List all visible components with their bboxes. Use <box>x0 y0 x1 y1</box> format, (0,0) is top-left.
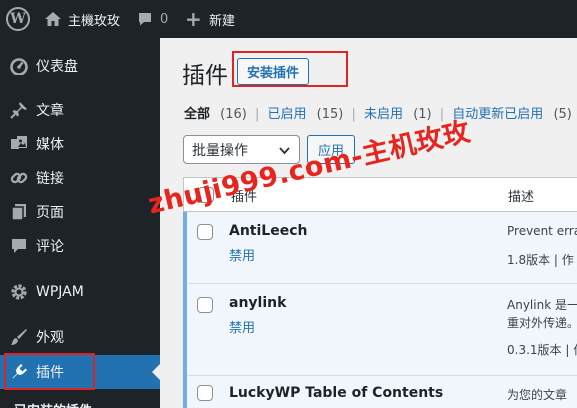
filter-all[interactable]: 全部 <box>184 103 210 122</box>
page-icon <box>10 203 28 221</box>
page-title: 插件 <box>182 63 228 89</box>
table-header: 插件 描述 <box>184 178 577 212</box>
filter-active[interactable]: 已启用 <box>268 103 307 122</box>
sidebar-item-dashboard[interactable]: 仪表盘 <box>0 49 160 83</box>
sidebar-item-label: 链接 <box>36 171 64 187</box>
deactivate-link[interactable]: 禁用 <box>229 317 255 336</box>
filter-separator: | <box>439 107 445 122</box>
filter-separator: | <box>351 107 356 122</box>
sidebar-item-wpjam[interactable]: WPJAM <box>0 275 160 309</box>
sidebar-item-appearance[interactable]: 外观 <box>0 320 160 354</box>
site-name-link[interactable]: 主機玫玫 <box>68 0 120 38</box>
apply-button[interactable]: 应用 <box>307 135 355 164</box>
bulk-action-select[interactable]: 批量操作 <box>183 135 300 164</box>
plugin-description-line2: 重对外传递。 <box>507 316 577 330</box>
sidebar-item-label: 仪表盘 <box>36 59 78 75</box>
plugin-name: anylink <box>229 295 287 311</box>
plugin-description: 为您的文章 <box>507 388 568 402</box>
sidebar-item-label: 外观 <box>36 330 64 346</box>
bulk-action-value: 批量操作 <box>192 142 248 159</box>
sidebar-item-label: 媒体 <box>36 137 64 153</box>
sidebar-item-label: WPJAM <box>36 284 84 300</box>
plugin-name: LuckyWP Table of Contents <box>229 385 444 401</box>
sidebar-item-comments[interactable]: 评论 <box>0 229 160 263</box>
row-checkbox[interactable] <box>197 224 213 240</box>
plus-icon[interactable]: + <box>185 0 202 38</box>
column-header-plugin: 插件 <box>231 190 258 205</box>
brush-icon <box>10 328 28 346</box>
home-icon[interactable] <box>44 0 62 38</box>
chevron-down-icon <box>279 144 290 155</box>
row-checkbox[interactable] <box>197 385 213 401</box>
link-icon <box>10 169 28 187</box>
comment-count[interactable]: 0 <box>160 0 168 38</box>
gear-icon <box>10 283 28 301</box>
filter-auto-update-count: (5) <box>553 107 572 122</box>
sidebar-item-label: 文章 <box>36 103 64 119</box>
plugin-meta: 1.8版本 | 作 <box>507 253 574 267</box>
comment-icon <box>10 237 28 255</box>
filter-separator: | <box>254 107 260 122</box>
sidebar-item-media[interactable]: 媒体 <box>0 127 160 161</box>
column-header-description: 描述 <box>508 190 535 205</box>
main-content: 插件 安装插件 全部 (16) | 已启用 (15) | 未启用 (1) | 自… <box>160 38 577 408</box>
admin-sidebar: 仪表盘 文章 媒体 链接 页面 评论 WPJAM 外观 插件 <box>0 38 160 408</box>
filter-active-count: (15) <box>316 107 344 122</box>
sidebar-item-plugins[interactable]: 插件 <box>0 355 160 389</box>
plugin-name: AntiLeech <box>229 223 308 239</box>
filter-all-count: (16) <box>220 107 247 122</box>
plugin-status-filters: 全部 (16) | 已启用 (15) | 未启用 (1) | 自动更新已启用 (… <box>184 103 572 122</box>
table-row: anylink 禁用 Anylink 是一 重对外传递。 0.3.1版本 | 作 <box>183 284 577 376</box>
dashboard-icon <box>10 57 28 76</box>
sidebar-item-posts[interactable]: 文章 <box>0 93 160 127</box>
plugin-meta: 0.3.1版本 | 作 <box>507 343 577 357</box>
filter-inactive[interactable]: 未启用 <box>364 103 403 122</box>
table-row: LuckyWP Table of Contents 为您的文章 <box>183 376 577 408</box>
plugin-description: Prevent erra <box>507 224 577 238</box>
wordpress-logo-icon[interactable]: W <box>6 7 30 31</box>
sidebar-item-label: 评论 <box>36 239 64 255</box>
submenu-installed-plugins[interactable]: 已安装的插件 <box>14 400 92 408</box>
pin-icon <box>10 101 28 119</box>
comment-bubble-icon[interactable] <box>137 0 155 38</box>
filter-inactive-count: (1) <box>413 107 432 122</box>
plug-icon <box>10 363 28 381</box>
add-new-plugin-button[interactable]: 安装插件 <box>237 58 309 85</box>
sidebar-item-links[interactable]: 链接 <box>0 161 160 195</box>
plugin-description: Anylink 是一 <box>507 298 577 312</box>
new-content-link[interactable]: 新建 <box>209 0 235 38</box>
sidebar-item-pages[interactable]: 页面 <box>0 195 160 229</box>
admin-bar: W 主機玫玫 0 + 新建 <box>0 0 577 38</box>
table-row: AntiLeech 禁用 Prevent erra 1.8版本 | 作 <box>183 212 577 284</box>
row-checkbox[interactable] <box>197 297 213 313</box>
media-icon <box>10 135 28 153</box>
deactivate-link[interactable]: 禁用 <box>229 245 255 264</box>
plugins-table: 插件 描述 AntiLeech 禁用 Prevent erra 1.8版本 | … <box>183 177 577 408</box>
filter-auto-update[interactable]: 自动更新已启用 <box>452 103 543 122</box>
sidebar-item-label: 页面 <box>36 205 64 221</box>
select-all-checkbox[interactable] <box>198 187 214 203</box>
sidebar-item-label: 插件 <box>36 365 64 381</box>
